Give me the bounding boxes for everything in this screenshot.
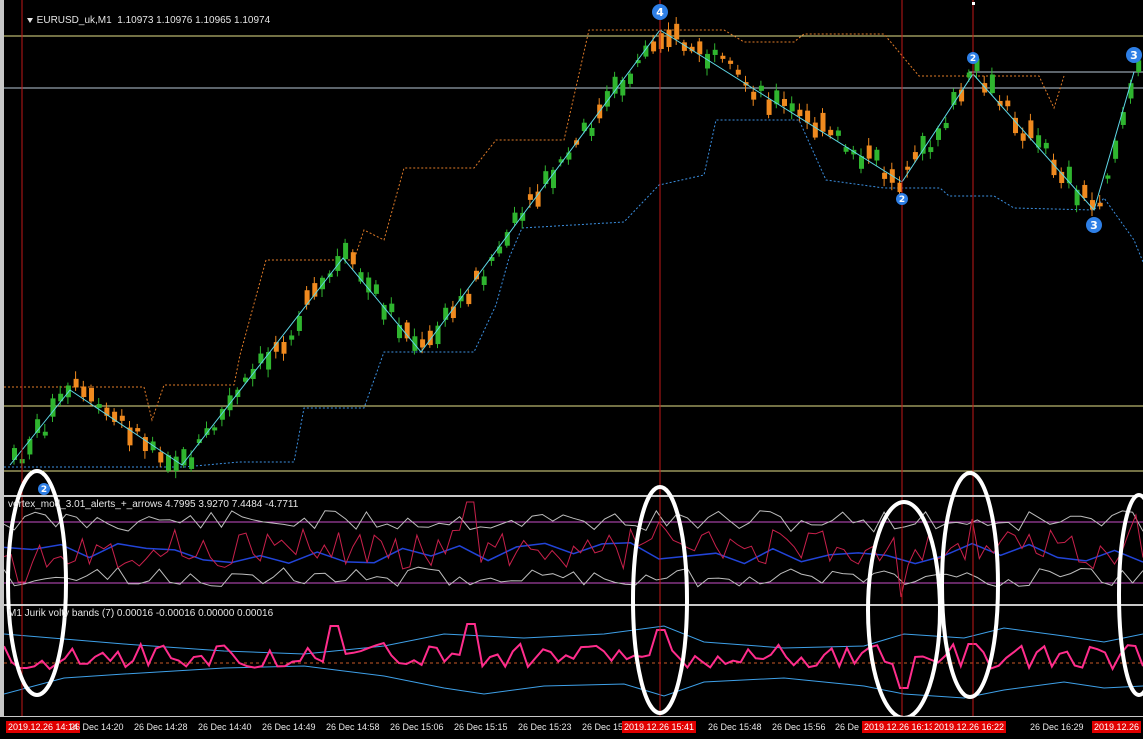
time-tick: 26 Dec 15:06 <box>390 722 444 732</box>
time-tick: 26 Dec 14:20 <box>70 722 124 732</box>
time-tick-highlighted: 2019.12.26 15:41 <box>622 721 697 733</box>
time-tick: 26 Dec 14:49 <box>262 722 316 732</box>
highlight-ellipse <box>631 485 689 715</box>
time-tick-highlighted: 2019.12.26 16:13 <box>862 721 937 733</box>
price-pane-label: EURUSD_uk,M1 1.10973 1.10976 1.10965 1.1… <box>10 4 270 37</box>
highlight-ellipse <box>866 500 942 716</box>
symbol-ohlc-readout: EURUSD_uk,M1 1.10973 1.10976 1.10965 1.1… <box>36 15 271 26</box>
time-tick: 26 Dec 14:28 <box>134 722 188 732</box>
time-tick: 26 Dec 15:48 <box>708 722 762 732</box>
time-tick: 26 Dec 14:40 <box>198 722 252 732</box>
chevron-down-icon[interactable] <box>26 17 33 23</box>
highlight-ellipse <box>1117 493 1143 697</box>
jurik-pane-label: M1 Jurik volty bands (7) 0.00016 -0.0001… <box>8 608 274 619</box>
vertex-pane-label: vertex_mod_3.01_alerts_+_arrows 4.7995 3… <box>8 499 299 510</box>
time-tick: 26 Dec 15:15 <box>454 722 508 732</box>
time-tick: 26 Dec 16:29 <box>1030 722 1084 732</box>
time-tick: 26 Dec 14:58 <box>326 722 380 732</box>
time-axis[interactable]: 2019.12.26 14:14 26 Dec 14:20 26 Dec 14:28… <box>0 716 1143 739</box>
time-tick-highlighted: 2019.12.26 <box>1092 721 1142 733</box>
highlight-ellipse <box>940 471 1000 699</box>
time-tick: 26 Dec 15:23 <box>518 722 572 732</box>
chart-window: EURUSD_uk,M1 1.10973 1.10976 1.10965 1.1… <box>0 0 1143 739</box>
time-tick-highlighted: 2019.12.26 16:22 <box>932 721 1007 733</box>
time-tick: 26 Dec 15: <box>582 722 626 732</box>
time-tick: 26 Dec 15:56 <box>772 722 826 732</box>
time-tick: 26 De <box>835 722 860 732</box>
